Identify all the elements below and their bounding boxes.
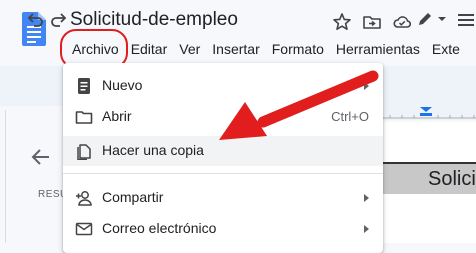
submenu-arrow-icon <box>364 194 369 202</box>
copy-icon <box>77 144 91 160</box>
menu-item-compartir[interactable]: Compartir <box>63 183 383 213</box>
menu-item-label: Nuevo <box>102 77 143 93</box>
shortcut-label: Ctrl+O <box>331 109 369 124</box>
submenu-arrow-icon <box>364 225 369 233</box>
menu-ver[interactable]: Ver <box>174 38 205 60</box>
document-icon <box>78 78 90 94</box>
menu-item-label: Abrir <box>102 108 132 124</box>
menu-divider <box>63 173 383 174</box>
menu-item-label: Compartir <box>102 189 164 205</box>
menu-item-abrir[interactable]: Abrir Ctrl+O <box>63 102 383 132</box>
panel-divider <box>5 110 6 243</box>
menu-archivo[interactable]: Archivo <box>67 38 124 60</box>
undo-icon[interactable] <box>24 10 46 30</box>
menu-extensiones[interactable]: Exte <box>427 38 465 60</box>
menu-item-nuevo[interactable]: Nuevo <box>63 71 383 101</box>
menu-item-label: Hacer una copia <box>102 142 204 158</box>
menu-item-correo-electronico[interactable]: Correo electrónico <box>63 214 383 244</box>
back-arrow-icon[interactable] <box>30 146 52 168</box>
cloud-saved-icon[interactable] <box>392 12 412 32</box>
redo-icon[interactable] <box>48 10 70 30</box>
ruler[interactable] <box>380 106 476 120</box>
pen-icon[interactable] <box>415 9 435 29</box>
star-icon[interactable] <box>332 12 352 32</box>
menu-editar[interactable]: Editar <box>126 38 173 60</box>
menu-item-hacer-una-copia[interactable]: Hacer una copia <box>63 136 383 166</box>
file-menu-dropdown: Nuevo Abrir Ctrl+O Hacer una copia Compa… <box>63 63 383 253</box>
person-add-icon <box>76 191 92 206</box>
submenu-arrow-icon <box>364 82 369 90</box>
menu-herramientas[interactable]: Herramientas <box>331 38 425 60</box>
document-title[interactable]: Solicitud-de-empleo <box>70 9 238 31</box>
menu-item-label: Correo electrónico <box>102 220 217 236</box>
document-heading[interactable]: Solici <box>428 168 476 191</box>
menu-insertar[interactable]: Insertar <box>207 38 264 60</box>
move-to-folder-icon[interactable] <box>362 12 382 32</box>
line-spacing-icon[interactable] <box>456 10 476 30</box>
mail-icon <box>75 222 93 236</box>
caret-down-icon[interactable] <box>437 14 447 24</box>
menu-bar: Archivo Editar Ver Insertar Formato Herramien… <box>60 38 467 60</box>
menu-formato[interactable]: Formato <box>267 38 329 60</box>
folder-icon <box>75 111 93 124</box>
